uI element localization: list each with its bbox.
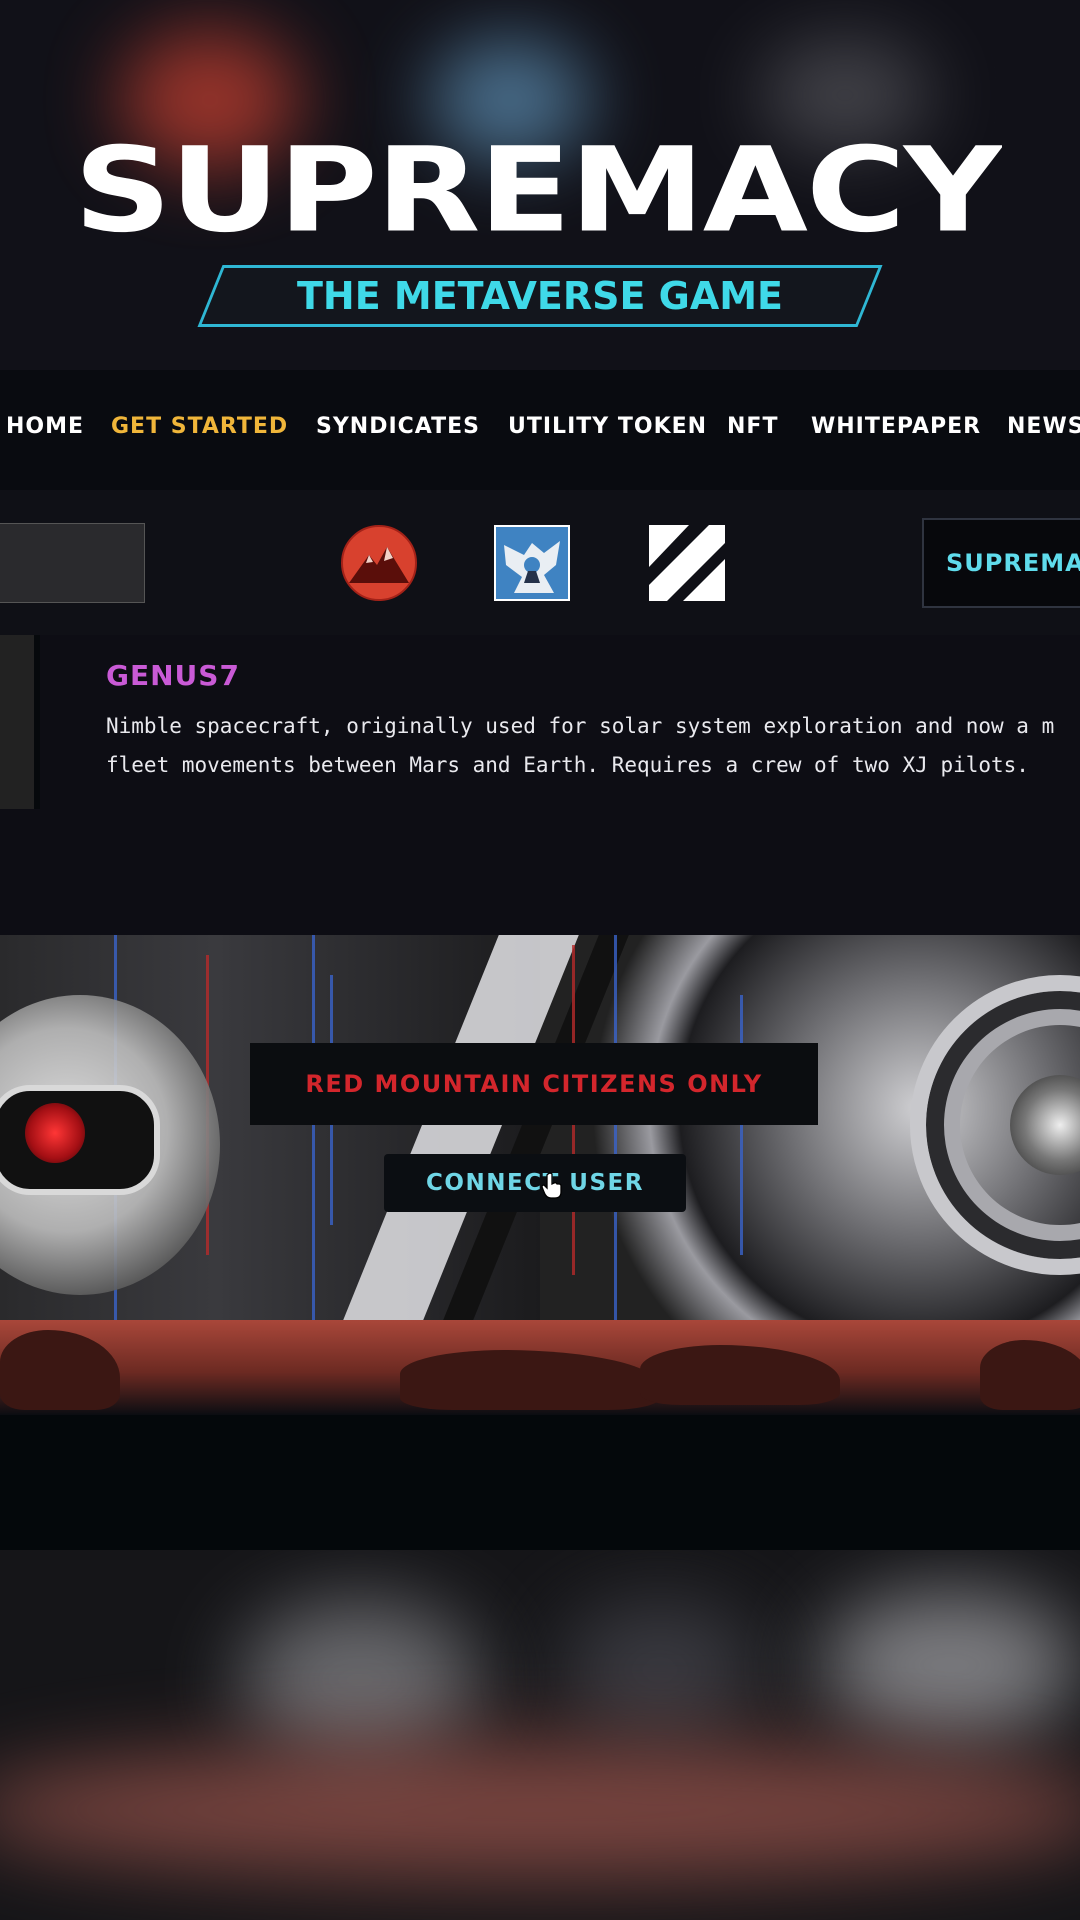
- main-nav: HOME GET STARTED SYNDICATES UTILITY TOKE…: [0, 370, 1080, 490]
- rock-formation: [400, 1350, 660, 1410]
- blur-shape: [820, 1590, 1080, 1740]
- glitch-line: [614, 935, 617, 1320]
- faction-notice: RED MOUNTAIN CITIZENS ONLY: [250, 1043, 818, 1125]
- hand-cursor-icon: [541, 1172, 562, 1199]
- mars-landscape: [0, 1320, 1080, 1415]
- red-mountain-icon[interactable]: [341, 525, 417, 601]
- supremacy-logo: SUPREMACY: [73, 136, 1002, 245]
- nav-item-get-started[interactable]: GET STARTED: [111, 414, 288, 439]
- ship-description-line-1: Nimble spacecraft, originally used for s…: [106, 714, 1055, 738]
- ship-description: Nimble spacecraft, originally used for s…: [106, 707, 1080, 785]
- nav-item-utility-token[interactable]: UTILITY TOKEN: [508, 414, 707, 439]
- nav-item-nft[interactable]: NFT: [727, 414, 778, 439]
- nav-item-syndicates[interactable]: SYNDICATES: [316, 414, 480, 439]
- faction-row: SUPREMA: [0, 490, 1080, 635]
- zaibatsu-icon[interactable]: [649, 525, 725, 601]
- connect-user-button[interactable]: CONNECT USER: [384, 1154, 686, 1212]
- mech-monkey-red-eye: [25, 1103, 85, 1163]
- ship-name: GENUS7: [106, 659, 240, 692]
- robot-figure: [0, 1330, 120, 1410]
- blurred-background-bottom: [0, 1550, 1080, 1920]
- supremacy-button[interactable]: SUPREMA: [922, 518, 1080, 608]
- section-divider: [0, 1415, 1080, 1550]
- rock-formation: [980, 1340, 1080, 1410]
- blur-shape: [560, 1600, 760, 1740]
- tagline: THE METAVERSE GAME: [296, 274, 784, 318]
- vault-banner: [0, 935, 1080, 1320]
- blur-shape: [0, 1740, 1080, 1880]
- faction-slot-placeholder[interactable]: [0, 523, 145, 603]
- hero-banner: SUPREMACY THE METAVERSE GAME: [0, 0, 1080, 370]
- ship-info: GENUS7 Nimble spacecraft, originally use…: [0, 635, 1080, 935]
- page: SUPREMACY THE METAVERSE GAME HOME GET ST…: [0, 0, 1080, 1920]
- boston-cybernetics-icon[interactable]: [494, 525, 570, 601]
- glitch-line: [312, 935, 315, 1320]
- blur-background-grey: [760, 40, 930, 150]
- glitch-line: [740, 995, 743, 1255]
- ship-thumbnail: [0, 635, 40, 809]
- rock-formation: [640, 1345, 840, 1405]
- ship-description-line-2: fleet movements between Mars and Earth. …: [106, 753, 1029, 777]
- nav-item-news[interactable]: NEWS: [1007, 414, 1080, 439]
- blur-shape: [240, 1600, 480, 1760]
- nav-item-home[interactable]: HOME: [6, 414, 84, 439]
- nav-item-whitepaper[interactable]: WHITEPAPER: [811, 414, 981, 439]
